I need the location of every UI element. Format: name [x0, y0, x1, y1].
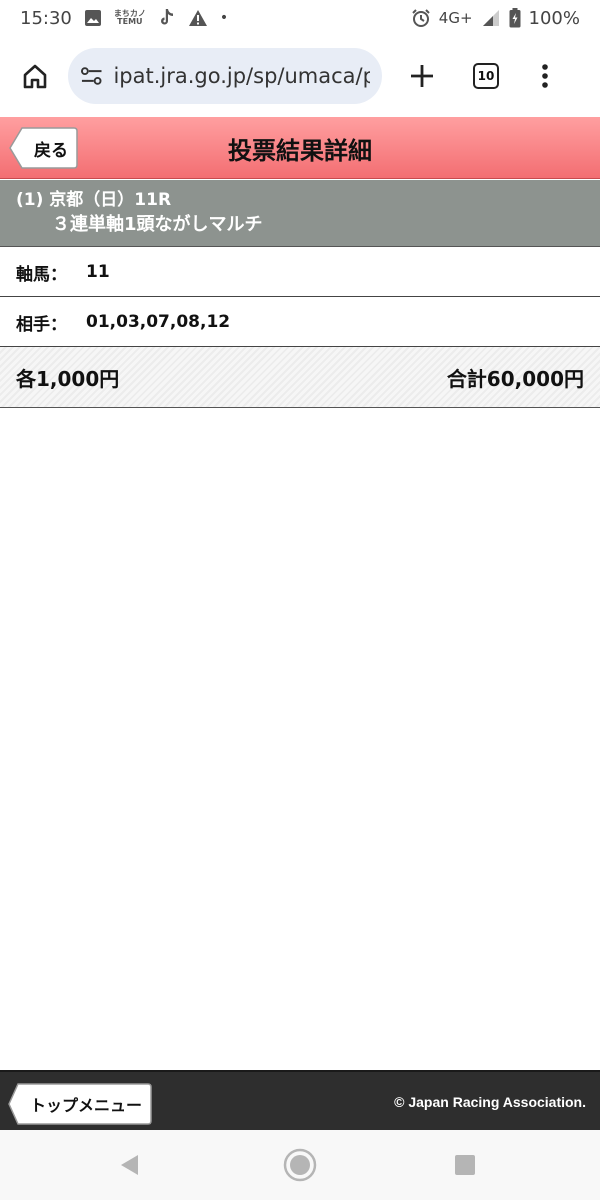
race-name: (1) 京都（日）11R — [16, 190, 172, 210]
copyright: © Japan Racing Association. — [394, 1094, 586, 1110]
signal-icon — [481, 9, 501, 27]
partner-horses-value: 01,03,07,08,12 — [86, 312, 231, 332]
status-time: 15:30 — [20, 7, 72, 29]
back-triangle-icon — [121, 1155, 138, 1175]
network-type: 4G+ — [438, 9, 473, 27]
back-button[interactable]: 戻る — [8, 126, 78, 170]
page-title: 投票結果詳細 — [228, 136, 372, 165]
status-right: 4G+ 100% — [411, 8, 580, 29]
home-icon — [23, 64, 47, 89]
new-tab-button[interactable] — [400, 54, 444, 98]
page-header: 投票結果詳細 戻る — [0, 117, 600, 179]
tiktok-icon — [158, 8, 176, 28]
nav-recents-button[interactable] — [445, 1145, 485, 1185]
warning-icon — [188, 9, 208, 27]
tab-count: 10 — [477, 69, 495, 83]
each-amount: 各1,000円 — [16, 366, 120, 391]
status-bar: 15:30 まちカノ TEMU • 4G+ 100% — [0, 0, 600, 36]
temu-bottom-text: TEMU — [117, 17, 143, 26]
more-menu-icon — [542, 64, 548, 88]
browser-toolbar: ipat.jra.go.jp/sp/umaca/p 10 — [0, 36, 600, 116]
back-button-label[interactable]: 戻る — [26, 126, 76, 170]
alarm-icon — [411, 8, 431, 28]
tab-switcher-button[interactable]: 10 — [464, 54, 508, 98]
browser-home-button[interactable] — [10, 51, 60, 101]
tab-switcher-icon: 10 — [473, 63, 499, 89]
temu-icon: まちカノ TEMU — [114, 10, 146, 26]
race-info: (1) 京都（日）11R ３連単軸1頭ながしマルチ — [0, 180, 600, 247]
total-amount: 合計60,000円 — [446, 366, 584, 391]
amount-row: 各1,000円 合計60,000円 — [0, 347, 600, 408]
page-footer: トップメニュー © Japan Racing Association. — [0, 1070, 600, 1130]
nav-home-button[interactable] — [280, 1145, 320, 1185]
url-text[interactable]: ipat.jra.go.jp/sp/umaca/p — [113, 64, 370, 88]
top-menu-button[interactable]: トップメニュー — [8, 1082, 152, 1126]
nav-back-button[interactable] — [110, 1145, 150, 1185]
axis-horse-value: 11 — [86, 262, 110, 282]
image-icon — [84, 9, 102, 27]
partner-horses-row: 相手： 01,03,07,08,12 — [0, 298, 600, 347]
status-left: 15:30 まちカノ TEMU • — [20, 8, 228, 29]
axis-horse-label: 軸馬： — [16, 264, 67, 285]
bet-type: ３連単軸1頭ながしマルチ — [52, 214, 263, 235]
address-bar[interactable]: ipat.jra.go.jp/sp/umaca/p — [68, 48, 382, 104]
browser-menu-button[interactable] — [530, 54, 560, 98]
recents-square-icon — [455, 1155, 475, 1175]
battery-level: 100% — [528, 7, 580, 29]
site-settings-icon[interactable] — [80, 65, 103, 87]
home-circle-icon — [283, 1148, 317, 1182]
axis-horse-row: 軸馬： 11 — [0, 248, 600, 297]
system-nav-bar — [0, 1130, 600, 1200]
status-dot: • — [219, 10, 229, 26]
new-tab-icon — [411, 65, 433, 87]
battery-icon — [509, 8, 521, 28]
top-menu-label[interactable]: トップメニュー — [20, 1082, 152, 1126]
partner-horses-label: 相手： — [16, 314, 67, 335]
